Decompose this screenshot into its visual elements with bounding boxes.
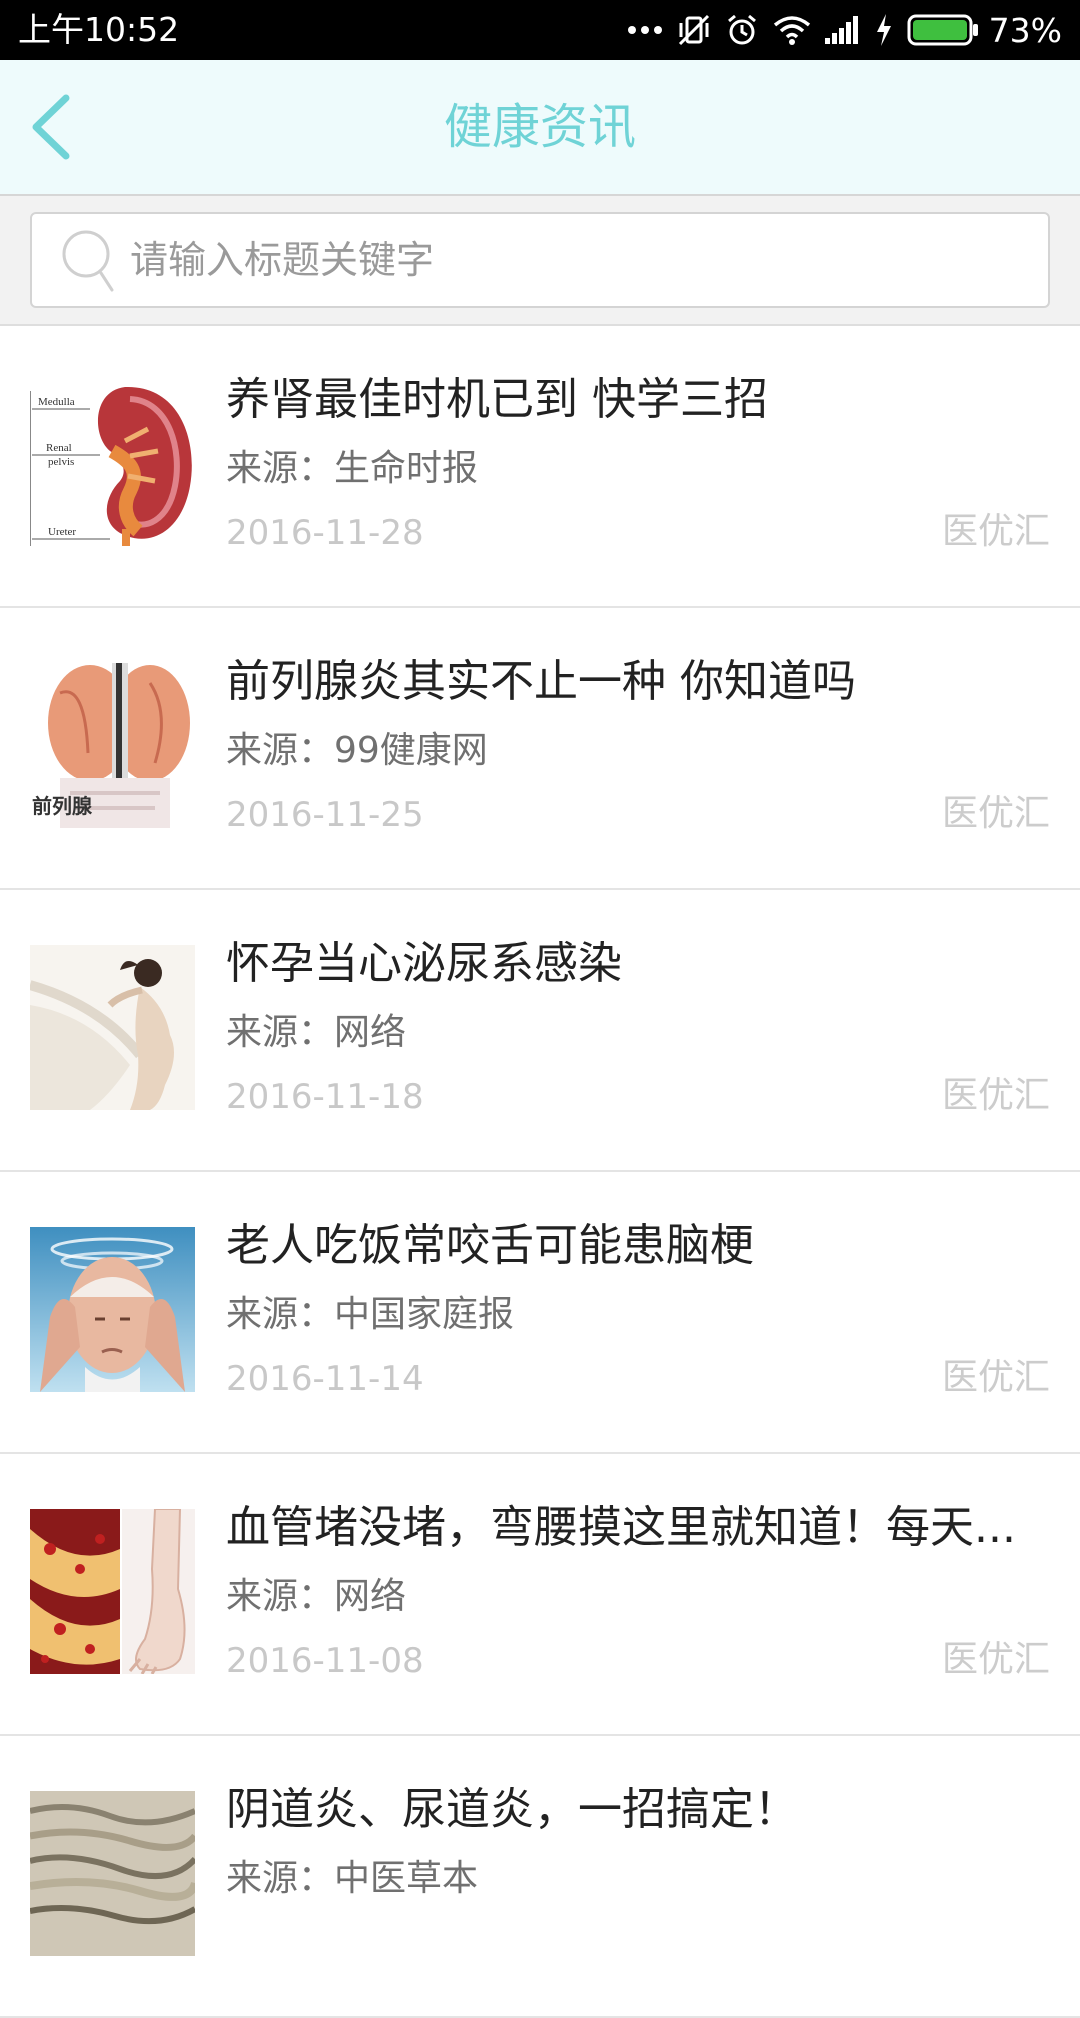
news-item[interactable]: 前列腺 前列腺炎其实不止一种 你知道吗 来源：99健康网 2016-11-25 …: [0, 608, 1080, 890]
news-source: 来源：中医草本: [226, 1858, 479, 1899]
status-icons: 73%: [613, 8, 1062, 52]
search-input[interactable]: [128, 224, 1012, 296]
thumb-label: pelvis: [48, 456, 74, 468]
search-area: [0, 196, 1080, 326]
news-brand: 医优汇: [941, 1639, 1050, 1680]
battery-icon: [907, 14, 979, 46]
thumb-label: Medulla: [38, 396, 75, 408]
page-title: 健康资讯: [443, 99, 636, 155]
news-thumbnail: Medulla Renal pelvis Ureter: [30, 381, 195, 546]
battery-percent: 73%: [988, 10, 1062, 50]
news-title: 养肾最佳时机已到 快学三招: [226, 374, 768, 425]
news-title: 前列腺炎其实不止一种 你知道吗: [226, 656, 856, 707]
kidney-diagram-icon: Medulla Renal pelvis Ureter: [30, 381, 195, 546]
signal-icon: [824, 16, 861, 44]
pregnant-woman-image-icon: [30, 945, 195, 1110]
news-brand: 医优汇: [941, 793, 1050, 834]
news-thumbnail: [30, 1509, 195, 1674]
more-dots-icon: [627, 25, 663, 35]
news-date: 2016-11-25: [226, 795, 424, 835]
thumb-label: Renal: [46, 442, 72, 454]
alarm-icon: [725, 13, 759, 47]
news-item[interactable]: Medulla Renal pelvis Ureter 养肾最佳时机已到 快学三…: [0, 326, 1080, 608]
news-date: 2016-11-08: [226, 1641, 424, 1681]
prostate-diagram-icon: 前列腺: [30, 663, 195, 828]
news-source: 来源：生命时报: [226, 448, 479, 489]
news-item[interactable]: 血管堵没堵，弯腰摸这里就知道！每天... 来源：网络 2016-11-08 医优…: [0, 1454, 1080, 1736]
news-thumbnail: 前列腺: [30, 663, 195, 828]
news-brand: 医优汇: [941, 1357, 1050, 1398]
wifi-icon: [773, 15, 811, 45]
news-thumbnail: [30, 1227, 195, 1392]
news-brand: 医优汇: [941, 1075, 1050, 1116]
news-title: 怀孕当心泌尿系感染: [226, 938, 622, 989]
news-source: 来源：中国家庭报: [226, 1294, 515, 1335]
news-list: Medulla Renal pelvis Ureter 养肾最佳时机已到 快学三…: [0, 326, 1080, 2018]
old-man-headache-image-icon: [30, 1227, 195, 1392]
herbs-image-icon: [30, 1791, 195, 1956]
news-source: 来源：99健康网: [226, 730, 488, 771]
news-thumbnail: [30, 1791, 195, 1956]
news-source: 来源：网络: [226, 1576, 407, 1617]
search-icon: [62, 230, 114, 292]
news-item[interactable]: 老人吃饭常咬舌可能患脑梗 来源：中国家庭报 2016-11-14 医优汇: [0, 1172, 1080, 1454]
news-item[interactable]: 怀孕当心泌尿系感染 来源：网络 2016-11-18 医优汇: [0, 890, 1080, 1172]
news-title: 老人吃饭常咬舌可能患脑梗: [226, 1220, 754, 1271]
status-time: 上午10:52: [18, 10, 180, 49]
news-item[interactable]: 阴道炎、尿道炎，一招搞定！ 来源：中医草本: [0, 1736, 1080, 2018]
news-thumbnail: [30, 945, 195, 1110]
news-title: 阴道炎、尿道炎，一招搞定！: [226, 1784, 798, 1835]
news-title: 血管堵没堵，弯腰摸这里就知道！每天...: [226, 1502, 1016, 1553]
header: 健康资讯: [0, 60, 1080, 196]
charging-icon: [875, 14, 893, 46]
news-date: 2016-11-18: [226, 1077, 424, 1117]
blood-vessel-image-icon: [30, 1509, 195, 1674]
vibrate-off-icon: [677, 13, 711, 47]
status-bar: 上午10:52 73%: [0, 0, 1080, 60]
news-date: 2016-11-14: [226, 1359, 424, 1399]
news-source: 来源：网络: [226, 1012, 407, 1053]
thumb-label: 前列腺: [32, 794, 93, 818]
news-date: 2016-11-28: [226, 513, 424, 553]
search-box[interactable]: [30, 212, 1050, 308]
news-brand: 医优汇: [941, 511, 1050, 552]
thumb-label: Ureter: [48, 526, 76, 538]
